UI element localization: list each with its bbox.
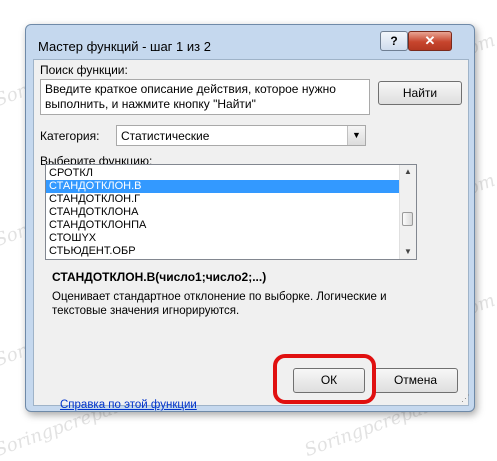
help-link[interactable]: Справка по этой функции [60, 399, 197, 411]
vertical-scrollbar[interactable]: ▲ ▼ [399, 165, 416, 259]
search-input[interactable]: Введите краткое описание действия, котор… [40, 79, 370, 115]
list-item[interactable]: СТЬЮДЕНТ.ОБР [46, 245, 401, 258]
function-syntax: СТАНДОТКЛОН.В(число1;число2;...) [52, 270, 267, 284]
find-button[interactable]: Найти [378, 81, 462, 105]
search-label: Поиск функции: [40, 63, 128, 77]
scroll-thumb[interactable] [402, 212, 413, 226]
list-item-selected[interactable]: СТАНДОТКЛОН.В [46, 180, 401, 193]
function-wizard-dialog: Мастер функций - шаг 1 из 2 ? ✕ Поиск фу… [25, 24, 475, 412]
list-item[interactable]: СТАНДОТКЛОНПА [46, 219, 401, 232]
resize-grip-icon[interactable]: ⋰ [461, 393, 471, 403]
list-item[interactable]: СТОШYX [46, 232, 401, 245]
dialog-title: Мастер функций - шаг 1 из 2 [38, 39, 211, 54]
function-list[interactable]: СРОТКЛ СТАНДОТКЛОН.В СТАНДОТКЛОН.Г СТАНД… [45, 164, 417, 260]
close-button[interactable]: ✕ [408, 31, 452, 51]
category-label: Категория: [40, 129, 100, 143]
category-select[interactable]: Статистические ▼ [116, 125, 366, 146]
help-button[interactable]: ? [380, 31, 408, 51]
ok-highlight-frame [273, 354, 376, 404]
function-description: Оценивает стандартное отклонение по выбо… [52, 291, 387, 317]
list-item[interactable]: СТАНДОТКЛОНА [46, 206, 401, 219]
scroll-down-icon[interactable]: ▼ [401, 245, 415, 259]
list-item[interactable]: СРОТКЛ [46, 167, 401, 180]
chevron-down-icon[interactable]: ▼ [347, 126, 365, 145]
category-value: Статистические [121, 129, 210, 143]
list-item[interactable]: СТАНДОТКЛОН.Г [46, 193, 401, 206]
cancel-button[interactable]: Отмена [373, 368, 458, 393]
scroll-up-icon[interactable]: ▲ [401, 165, 415, 179]
